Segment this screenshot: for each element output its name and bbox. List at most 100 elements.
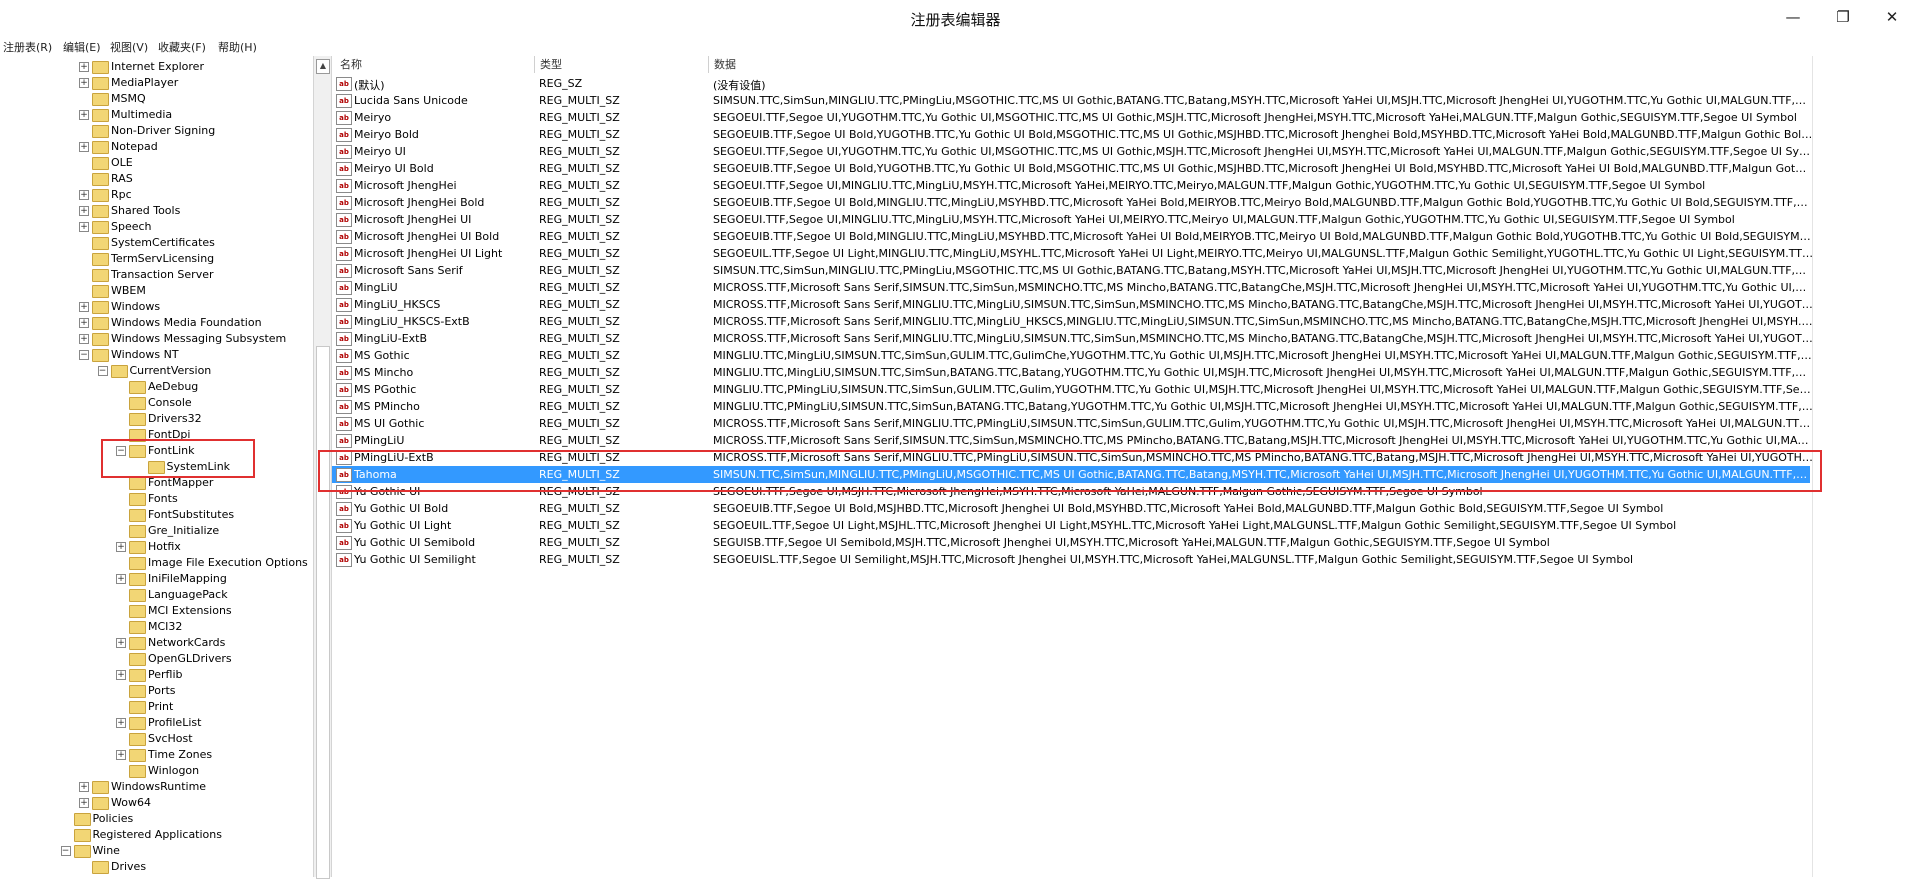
tree-node[interactable]: Non-Driver Signing	[0, 123, 313, 139]
maximize-button[interactable]: ❐	[1828, 6, 1858, 28]
value-row[interactable]: ab MingLiU_HKSCS-ExtB REG_MULTI_SZ MICROSS.…	[332, 313, 1911, 330]
tree-node[interactable]: + Wow64	[0, 795, 313, 811]
close-button[interactable]: ✕	[1877, 6, 1907, 28]
tree-node[interactable]: + MediaPlayer	[0, 75, 313, 91]
tree-node[interactable]: + Windows Media Foundation	[0, 315, 313, 331]
value-row[interactable]: ab MingLiU_HKSCS REG_MULTI_SZ MICROSS.TTF,M…	[332, 296, 1911, 313]
tree-node[interactable]: AeDebug	[0, 379, 313, 395]
menu-favorites[interactable]: 收藏夹(F)	[158, 39, 206, 55]
collapse-icon[interactable]: −	[60, 846, 71, 856]
expand-icon[interactable]: +	[116, 718, 126, 728]
value-row[interactable]: ab MS Gothic REG_MULTI_SZ MINGLIU.TTC,MingL…	[332, 347, 1911, 364]
tree-node[interactable]: − Windows NT	[0, 347, 313, 363]
tree-node[interactable]: SystemCertificates	[0, 235, 313, 251]
value-row[interactable]: ab (默认) REG_SZ (没有设值)	[332, 75, 1911, 92]
scroll-up-arrow-icon[interactable]: ▲	[316, 59, 330, 74]
value-row[interactable]: ab Microsoft JhengHei REG_MULTI_SZ SEGOEUI.…	[332, 177, 1911, 194]
tree-node[interactable]: + Hotfix	[0, 539, 313, 555]
tree-node[interactable]: Console	[0, 395, 313, 411]
tree-node[interactable]: − CurrentVersion	[0, 363, 313, 379]
tree-node[interactable]: Fonts	[0, 491, 313, 507]
expand-icon[interactable]: +	[79, 142, 89, 152]
tree-node[interactable]: OpenGLDrivers	[0, 651, 313, 667]
menu-edit[interactable]: 编辑(E)	[63, 39, 101, 55]
expand-icon[interactable]: +	[116, 542, 126, 552]
value-row[interactable]: ab Meiryo UI Bold REG_MULTI_SZ SEGOEUIB.TTF…	[332, 160, 1911, 177]
tree-node[interactable]: FontSubstitutes	[0, 507, 313, 523]
tree-node[interactable]: + Speech	[0, 219, 313, 235]
column-separator[interactable]	[708, 56, 709, 73]
tree-node[interactable]: + Internet Explorer	[0, 59, 313, 75]
tree-node[interactable]: OLE	[0, 155, 313, 171]
tree-node[interactable]: SvcHost	[0, 731, 313, 747]
expand-icon[interactable]: +	[79, 78, 89, 88]
tree-node[interactable]: RAS	[0, 171, 313, 187]
collapse-icon[interactable]: −	[97, 366, 108, 376]
value-row[interactable]: ab MS UI Gothic REG_MULTI_SZ MICROSS.TTF,Mi…	[332, 415, 1911, 432]
expand-icon[interactable]: +	[79, 318, 89, 328]
column-header-type[interactable]: 类型	[540, 56, 562, 73]
tree-node[interactable]: + Notepad	[0, 139, 313, 155]
expand-icon[interactable]: +	[116, 670, 126, 680]
expand-icon[interactable]: +	[116, 750, 126, 760]
tree-node[interactable]: TermServLicensing	[0, 251, 313, 267]
tree-node[interactable]: Gre_Initialize	[0, 523, 313, 539]
value-row[interactable]: ab Yu Gothic UI Semilight REG_MULTI_SZ SEGO…	[332, 551, 1911, 568]
expand-icon[interactable]: +	[79, 302, 89, 312]
value-row[interactable]: ab Lucida Sans Unicode REG_MULTI_SZ SIMSUN.…	[332, 92, 1911, 109]
value-row[interactable]: ab Microsoft JhengHei Bold REG_MULTI_SZ SEG…	[332, 194, 1911, 211]
value-row[interactable]: ab MS PMincho REG_MULTI_SZ MINGLIU.TTC,PMin…	[332, 398, 1911, 415]
expand-icon[interactable]: +	[116, 638, 126, 648]
tree-node[interactable]: Registered Applications	[0, 827, 313, 843]
tree-node[interactable]: Transaction Server	[0, 267, 313, 283]
tree-node[interactable]: + Perflib	[0, 667, 313, 683]
tree-node[interactable]: Drives	[0, 859, 313, 875]
tree-node[interactable]: + Windows Messaging Subsystem	[0, 331, 313, 347]
column-separator[interactable]	[534, 56, 535, 73]
value-row[interactable]: ab Microsoft JhengHei UI REG_MULTI_SZ SEGOE…	[332, 211, 1911, 228]
tree-node[interactable]: MCI Extensions	[0, 603, 313, 619]
value-row[interactable]: ab Meiryo REG_MULTI_SZ SEGOEUI.TTF,Segoe UI…	[332, 109, 1911, 126]
tree-node[interactable]: MCI32	[0, 619, 313, 635]
tree-node[interactable]: LanguagePack	[0, 587, 313, 603]
tree-node[interactable]: Drivers32	[0, 411, 313, 427]
value-row[interactable]: ab MingLiU REG_MULTI_SZ MICROSS.TTF,Microso…	[332, 279, 1911, 296]
menu-help[interactable]: 帮助(H)	[218, 39, 257, 55]
tree-node[interactable]: + ProfileList	[0, 715, 313, 731]
column-header-name[interactable]: 名称	[340, 56, 362, 73]
tree-node[interactable]: Print	[0, 699, 313, 715]
tree-node[interactable]: + Multimedia	[0, 107, 313, 123]
tree-scroll-thumb[interactable]	[316, 346, 330, 879]
value-row[interactable]: ab MingLiU-ExtB REG_MULTI_SZ MICROSS.TTF,Mi…	[332, 330, 1911, 347]
expand-icon[interactable]: +	[79, 782, 89, 792]
tree-node[interactable]: Image File Execution Options	[0, 555, 313, 571]
tree-node[interactable]: + Windows	[0, 299, 313, 315]
expand-icon[interactable]: +	[79, 798, 89, 808]
minimize-button[interactable]: —	[1778, 6, 1808, 28]
value-row[interactable]: ab MS PGothic REG_MULTI_SZ MINGLIU.TTC,PMin…	[332, 381, 1911, 398]
tree-node[interactable]: + IniFileMapping	[0, 571, 313, 587]
value-row[interactable]: ab Meiryo UI REG_MULTI_SZ SEGOEUI.TTF,Segoe…	[332, 143, 1911, 160]
value-row[interactable]: ab Microsoft Sans Serif REG_MULTI_SZ SIMSUN…	[332, 262, 1911, 279]
tree-node[interactable]: Ports	[0, 683, 313, 699]
value-row[interactable]: ab Yu Gothic UI Semibold REG_MULTI_SZ SEGUI…	[332, 534, 1911, 551]
expand-icon[interactable]: +	[116, 574, 126, 584]
tree-node[interactable]: WBEM	[0, 283, 313, 299]
column-header-data[interactable]: 数据	[714, 56, 736, 73]
tree-node[interactable]: + Time Zones	[0, 747, 313, 763]
tree-node[interactable]: Policies	[0, 811, 313, 827]
value-row[interactable]: ab Meiryo Bold REG_MULTI_SZ SEGOEUIB.TTF,Se…	[332, 126, 1911, 143]
tree-node[interactable]: Winlogon	[0, 763, 313, 779]
tree-node[interactable]: + Rpc	[0, 187, 313, 203]
tree-node[interactable]: + Shared Tools	[0, 203, 313, 219]
expand-icon[interactable]: +	[79, 334, 89, 344]
menu-view[interactable]: 视图(V)	[110, 39, 148, 55]
value-row[interactable]: ab Yu Gothic UI Bold REG_MULTI_SZ SEGOEUIB.…	[332, 500, 1911, 517]
value-row[interactable]: ab Microsoft JhengHei UI Bold REG_MULTI_SZ…	[332, 228, 1911, 245]
expand-icon[interactable]: +	[79, 222, 89, 232]
expand-icon[interactable]: +	[79, 190, 89, 200]
value-row[interactable]: ab Microsoft JhengHei UI Light REG_MULTI_S…	[332, 245, 1911, 262]
menu-registry[interactable]: 注册表(R)	[3, 39, 52, 55]
tree-node[interactable]: MSMQ	[0, 91, 313, 107]
expand-icon[interactable]: +	[79, 110, 89, 120]
